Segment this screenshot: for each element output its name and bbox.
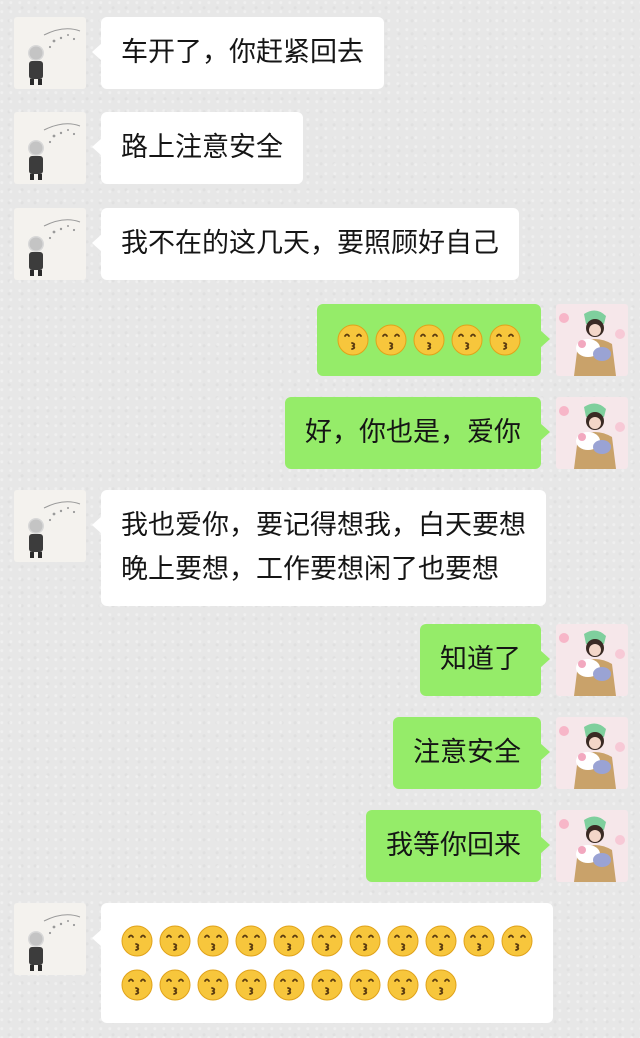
contact-avatar[interactable] <box>14 208 86 280</box>
kissing-face-icon <box>451 324 483 356</box>
emoji-line <box>121 963 533 1007</box>
kissing-face-icon <box>349 925 381 957</box>
kissing-face-icon <box>159 925 191 957</box>
message-text: 我不在的这几天，要照顾好自己 <box>121 228 499 259</box>
message-text: 我等你回来 <box>386 830 521 861</box>
chat-window: 车开了，你赶紧回去 路上注意安全 我不在的这几天，要照顾好自己 好，你也是，爱你… <box>0 0 640 1038</box>
kissing-face-icon <box>337 324 369 356</box>
message-row <box>0 304 640 376</box>
emoji-line <box>121 919 533 963</box>
kissing-face-icon <box>387 925 419 957</box>
message-bubble-outgoing[interactable]: 知道了 <box>420 624 550 696</box>
kissing-face-icon <box>197 969 229 1001</box>
message-row: 知道了 <box>0 624 640 696</box>
message-row: 我等你回来 <box>0 810 640 882</box>
message-text: 知道了 <box>440 644 521 675</box>
message-text-line: 晚上要想，工作要想闲了也要想 <box>121 554 499 585</box>
kissing-face-icon <box>375 324 407 356</box>
message-text: 车开了，你赶紧回去 <box>121 37 364 68</box>
message-text: 注意安全 <box>413 737 521 768</box>
emoji-line <box>337 318 521 362</box>
kissing-face-icon <box>121 925 153 957</box>
message-text: 好，你也是，爱你 <box>305 417 521 448</box>
message-bubble-incoming[interactable]: 我也爱你，要记得想我，白天要想 晚上要想，工作要想闲了也要想 <box>92 490 546 606</box>
kissing-face-icon <box>235 925 267 957</box>
message-row <box>0 903 640 1023</box>
contact-avatar[interactable] <box>14 112 86 184</box>
kissing-face-icon <box>349 969 381 1001</box>
self-avatar[interactable] <box>556 810 628 882</box>
kissing-face-icon <box>425 969 457 1001</box>
message-row: 注意安全 <box>0 717 640 789</box>
contact-avatar[interactable] <box>14 17 86 89</box>
message-bubble-outgoing[interactable]: 好，你也是，爱你 <box>285 397 550 469</box>
self-avatar[interactable] <box>556 624 628 696</box>
kissing-face-icon <box>121 969 153 1001</box>
kissing-face-icon <box>273 925 305 957</box>
message-bubble-outgoing[interactable]: 注意安全 <box>393 717 550 789</box>
kissing-face-icon <box>273 969 305 1001</box>
kissing-face-icon <box>311 969 343 1001</box>
message-text-line: 我也爱你，要记得想我，白天要想 <box>121 510 526 541</box>
message-row: 路上注意安全 <box>0 112 640 184</box>
kissing-face-icon <box>159 969 191 1001</box>
kissing-face-icon <box>387 969 419 1001</box>
message-bubble-outgoing[interactable] <box>317 304 550 376</box>
message-bubble-incoming[interactable] <box>92 903 553 1023</box>
message-bubble-outgoing[interactable]: 我等你回来 <box>366 810 550 882</box>
message-bubble-incoming[interactable]: 车开了，你赶紧回去 <box>92 17 384 89</box>
kissing-face-icon <box>311 925 343 957</box>
kissing-face-icon <box>235 969 267 1001</box>
kissing-face-icon <box>501 925 533 957</box>
self-avatar[interactable] <box>556 717 628 789</box>
kissing-face-icon <box>425 925 457 957</box>
message-row: 好，你也是，爱你 <box>0 397 640 469</box>
kissing-face-icon <box>463 925 495 957</box>
message-bubble-incoming[interactable]: 我不在的这几天，要照顾好自己 <box>92 208 519 280</box>
message-text: 路上注意安全 <box>121 132 283 163</box>
kissing-face-icon <box>489 324 521 356</box>
message-bubble-incoming[interactable]: 路上注意安全 <box>92 112 303 184</box>
message-row: 车开了，你赶紧回去 <box>0 17 640 89</box>
contact-avatar[interactable] <box>14 903 86 975</box>
kissing-face-icon <box>197 925 229 957</box>
kissing-face-icon <box>413 324 445 356</box>
self-avatar[interactable] <box>556 397 628 469</box>
message-row: 我也爱你，要记得想我，白天要想 晚上要想，工作要想闲了也要想 <box>0 490 640 606</box>
self-avatar[interactable] <box>556 304 628 376</box>
contact-avatar[interactable] <box>14 490 86 562</box>
message-row: 我不在的这几天，要照顾好自己 <box>0 208 640 280</box>
